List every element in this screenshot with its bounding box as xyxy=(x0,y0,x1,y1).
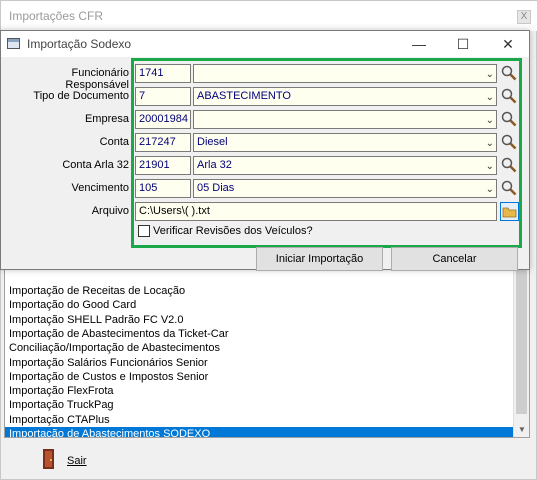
dialog-titlebar: Importação Sodexo — ☐ ✕ xyxy=(1,31,529,57)
empresa-label: Empresa xyxy=(84,113,129,125)
funcionario-code-input[interactable]: 1741 xyxy=(135,64,191,83)
minimize-icon[interactable]: — xyxy=(404,34,434,54)
scroll-thumb[interactable] xyxy=(516,269,527,414)
tipo-documento-code-input[interactable]: 7 xyxy=(135,87,191,106)
chevron-down-icon[interactable]: ⌄ xyxy=(486,135,494,152)
exit-door-icon[interactable] xyxy=(41,448,59,470)
vencimento-label: Vencimento xyxy=(71,182,129,194)
import-sodexo-dialog: Importação Sodexo — ☐ ✕ Funcionário Resp… xyxy=(0,30,530,271)
conta-arla-label: Conta Arla 32 xyxy=(62,159,129,171)
vencimento-desc: 05 Dias xyxy=(197,182,235,194)
background-close-button[interactable]: X xyxy=(517,10,531,24)
list-item[interactable]: Importação CTAPlus xyxy=(5,413,515,427)
funcionario-select[interactable]: ⌄ xyxy=(193,64,497,83)
search-icon[interactable] xyxy=(501,180,517,196)
list-item[interactable]: Importação do Good Card xyxy=(5,298,515,312)
search-icon[interactable] xyxy=(501,134,517,150)
conta-arla-select[interactable]: Arla 32 ⌄ xyxy=(193,156,497,175)
chevron-down-icon[interactable]: ⌄ xyxy=(486,112,494,129)
verificar-revisoes-label[interactable]: Verificar Revisões dos Veículos? xyxy=(153,225,313,237)
list-scrollbar[interactable]: ▼ xyxy=(513,269,529,437)
tipo-documento-desc: ABASTECIMENTO xyxy=(197,90,291,102)
chevron-down-icon[interactable]: ⌄ xyxy=(486,181,494,198)
funcionario-label: Funcionário Responsável xyxy=(65,67,129,91)
list-item[interactable]: Importação SHELL Padrão FC V2.0 xyxy=(5,313,515,327)
dialog-title: Importação Sodexo xyxy=(27,37,132,51)
search-icon[interactable] xyxy=(501,65,517,81)
search-icon[interactable] xyxy=(501,157,517,173)
list-item[interactable]: Importação de Custos e Impostos Senior xyxy=(5,370,515,384)
scroll-down-icon[interactable]: ▼ xyxy=(514,423,529,437)
iniciar-importacao-button[interactable]: Iniciar Importação xyxy=(256,247,383,271)
conta-desc: Diesel xyxy=(197,136,228,148)
chevron-down-icon[interactable]: ⌄ xyxy=(486,66,494,83)
list-item[interactable]: Importação Salários Funcionários Senior xyxy=(5,356,515,370)
empresa-select[interactable]: ⌄ xyxy=(193,110,497,129)
conta-select[interactable]: Diesel ⌄ xyxy=(193,133,497,152)
tipo-documento-select[interactable]: ABASTECIMENTO ⌄ xyxy=(193,87,497,106)
conta-code-input[interactable]: 217247 xyxy=(135,133,191,152)
list-item[interactable]: Importação FlexFrota xyxy=(5,384,515,398)
search-icon[interactable] xyxy=(501,88,517,104)
list-item[interactable]: Importação de Abastecimentos da Ticket-C… xyxy=(5,327,515,341)
list-item[interactable]: Importação de Abastecimentos SODEXO xyxy=(5,427,515,437)
cancel-button[interactable]: Cancelar xyxy=(391,247,518,271)
arquivo-path-input[interactable]: C:\Users\( ).txt xyxy=(135,202,497,221)
verificar-revisoes-checkbox[interactable] xyxy=(138,225,150,237)
maximize-icon[interactable]: ☐ xyxy=(448,34,478,54)
background-window-title: Importações CFR xyxy=(9,9,104,23)
vencimento-code-input[interactable]: 105 xyxy=(135,179,191,198)
conta-arla-desc: Arla 32 xyxy=(197,159,232,171)
folder-icon xyxy=(502,207,517,218)
chevron-down-icon[interactable]: ⌄ xyxy=(486,89,494,106)
window-icon xyxy=(7,38,20,49)
conta-arla-code-input[interactable]: 21901 xyxy=(135,156,191,175)
import-list[interactable]: Importação de Receitas de Locação Importa… xyxy=(4,268,530,438)
search-icon[interactable] xyxy=(501,111,517,127)
background-titlebar: Importações CFR X xyxy=(1,1,537,31)
empresa-code-input[interactable]: 20001984 xyxy=(135,110,191,129)
conta-label: Conta xyxy=(99,136,129,148)
list-item[interactable]: Conciliação/Importação de Abastecimentos xyxy=(5,341,515,355)
vencimento-select[interactable]: 05 Dias ⌄ xyxy=(193,179,497,198)
chevron-down-icon[interactable]: ⌄ xyxy=(486,158,494,175)
list-item[interactable]: Importação TruckPag xyxy=(5,398,515,412)
arquivo-label: Arquivo xyxy=(91,205,129,217)
tipo-documento-label: Tipo de Documento xyxy=(33,90,129,102)
close-icon[interactable]: ✕ xyxy=(493,34,523,54)
browse-folder-button[interactable] xyxy=(500,202,519,221)
list-item[interactable]: Importação de Receitas de Locação xyxy=(5,284,515,298)
exit-label[interactable]: Sair xyxy=(67,455,87,467)
